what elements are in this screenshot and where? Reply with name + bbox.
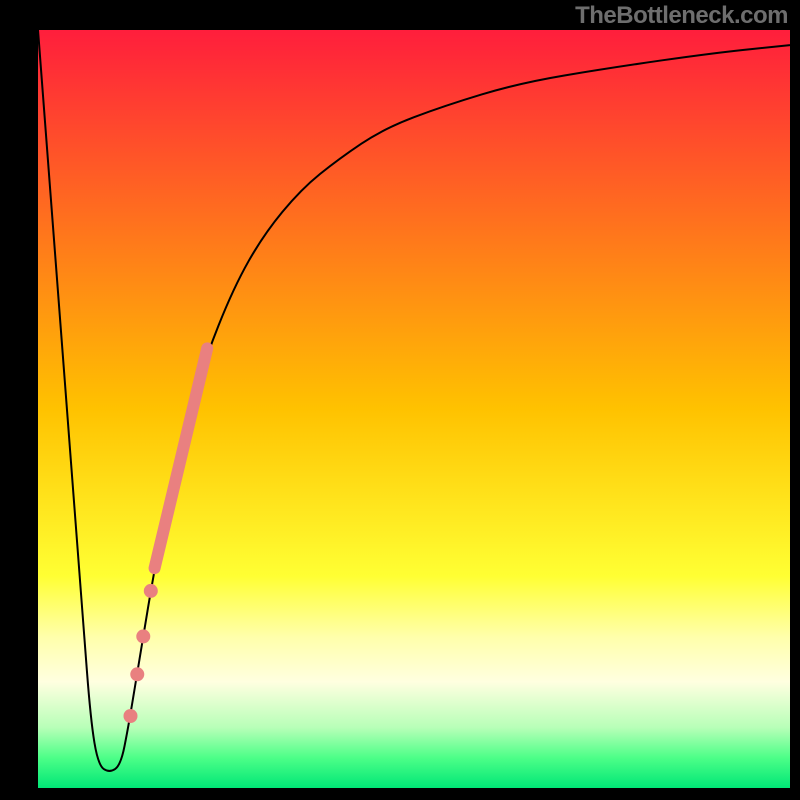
highlight-dot — [123, 709, 137, 723]
highlight-dot — [130, 667, 144, 681]
chart-svg — [0, 0, 800, 800]
watermark-label: TheBottleneck.com — [575, 2, 788, 30]
highlight-dot — [144, 584, 158, 598]
chart-frame: TheBottleneck.com — [0, 0, 800, 800]
plot-background — [38, 30, 790, 788]
highlight-dot — [136, 629, 150, 643]
